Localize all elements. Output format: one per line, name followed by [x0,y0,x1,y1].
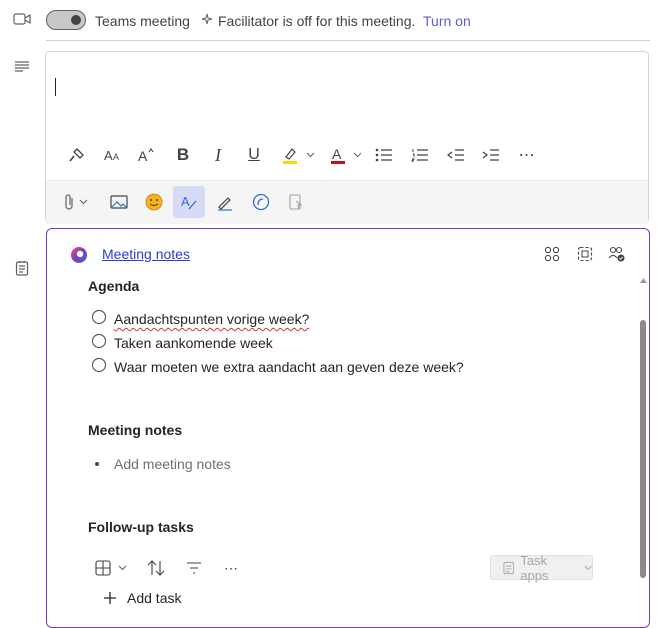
toggle-knob [71,15,81,25]
increase-indent-icon[interactable] [477,141,505,169]
insert-toolbar: A [46,180,648,224]
decrease-indent-icon[interactable] [442,141,470,169]
loop-component-icon[interactable] [542,244,562,264]
teams-meeting-toggle[interactable] [46,10,86,30]
text-lines-icon [12,58,32,74]
agenda-checkbox[interactable] [92,310,106,324]
draw-icon[interactable] [211,188,239,216]
video-camera-icon [12,11,32,27]
teams-meeting-label: Teams meeting [95,13,190,29]
font-size-icon[interactable]: AA [98,141,126,169]
chevron-down-icon[interactable] [305,150,315,160]
agenda-item[interactable]: Aandachtspunten vorige week? [114,311,309,327]
meeting-notes-card: Meeting notes Agenda Aandachtspunten vor… [46,228,650,628]
svg-text:A: A [113,152,119,162]
agenda-checkbox[interactable] [92,334,106,348]
highlight-icon[interactable] [276,141,304,169]
more-options-icon[interactable]: ⋯ [221,559,241,577]
italic-icon[interactable]: I [204,141,232,169]
underline-icon[interactable]: U [240,141,268,169]
bullet [95,462,99,466]
message-editor[interactable]: AA A B I U A ⋯ A [45,51,649,224]
text-effects-icon[interactable]: A [132,141,160,169]
meeting-notes-heading: Meeting notes [88,422,183,438]
notes-icon [13,259,31,277]
copilot-icon[interactable] [247,188,275,216]
task-apps-label: Task apps [520,552,549,583]
bullets-icon[interactable] [370,141,398,169]
sort-icon[interactable] [146,559,166,577]
chevron-down-icon[interactable] [352,150,362,160]
notes-placeholder[interactable]: Add meeting notes [114,456,231,472]
loop-logo-icon [69,245,89,265]
add-icon[interactable] [102,590,118,606]
followup-tasks-heading: Follow-up tasks [88,519,194,535]
facilitator-status-text: Facilitator is off for this meeting. [218,13,416,29]
editor-icon[interactable]: A [173,186,205,218]
agenda-heading: Agenda [88,278,140,294]
bold-icon[interactable]: B [169,141,197,169]
text-caret [55,78,56,96]
filter-icon[interactable] [185,559,203,577]
add-task-button[interactable]: Add task [127,590,181,606]
chevron-down-icon[interactable] [117,563,127,573]
agenda-checkbox[interactable] [92,358,106,372]
agenda-item[interactable]: Waar moeten we extra aandacht aan geven … [114,359,464,375]
scrollbar-thumb[interactable] [640,320,646,578]
chevron-down-icon[interactable] [78,197,88,207]
more-options-icon[interactable]: ⋯ [513,141,541,169]
picture-icon[interactable] [105,188,133,216]
format-painter-icon[interactable] [63,141,91,169]
divider [46,40,650,41]
agenda-item[interactable]: Taken aankomende week [114,335,273,351]
table-icon[interactable] [94,559,112,577]
meeting-notes-title-link[interactable]: Meeting notes [102,246,190,262]
turn-on-link[interactable]: Turn on [423,13,471,29]
chevron-down-icon [584,565,592,570]
share-people-icon[interactable] [607,244,627,264]
scroll-up-icon[interactable] [638,276,648,284]
svg-text:A: A [104,148,113,162]
svg-text:A: A [138,148,148,163]
emoji-icon[interactable] [140,188,168,216]
sparkle-icon [200,12,214,26]
numbering-icon[interactable] [406,141,434,169]
task-apps-button[interactable]: Task apps [490,552,593,583]
svg-text:A: A [181,194,190,209]
dictate-icon[interactable] [282,188,310,216]
svg-text:A: A [332,146,342,162]
font-color-icon[interactable]: A [324,141,352,169]
task-apps-icon [503,561,514,574]
select-region-icon[interactable] [575,244,595,264]
